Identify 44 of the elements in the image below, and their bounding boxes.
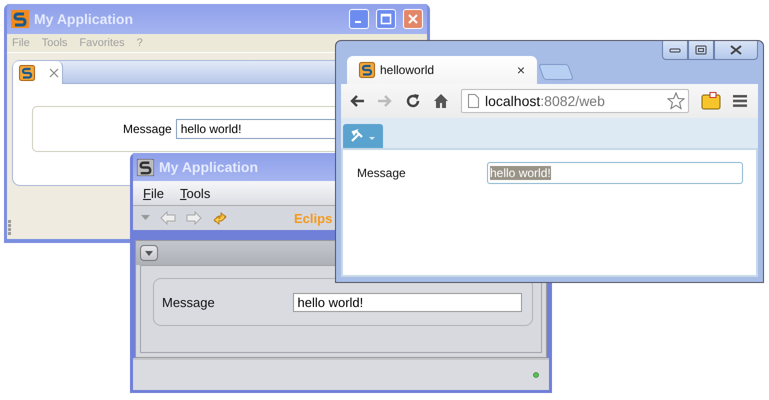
window-title: My Application [159,159,258,175]
maximize-icon [380,13,392,25]
caret-icon [145,250,153,256]
app-logo-icon [11,10,29,28]
tools-menu-button[interactable] [343,124,383,148]
tab-close-button[interactable]: × [516,62,525,78]
close-icon [407,13,419,25]
menu-icon[interactable] [733,95,747,107]
field-label: Message [162,294,216,310]
folder-icon[interactable] [701,92,721,110]
restore-icon [695,45,707,55]
browser-tab[interactable]: helloworld × [347,56,537,84]
back-arrow-icon[interactable] [349,94,365,108]
close-icon[interactable] [49,68,59,78]
close-icon [730,45,742,55]
field-label: Message [123,122,172,136]
status-dot-icon [533,372,539,378]
address-bar[interactable]: localhost:8082/web [461,89,689,113]
page-icon [468,94,479,108]
menu-item[interactable]: File [143,186,164,200]
message-field[interactable]: hello world! [176,119,336,139]
resize-grip-icon [8,220,11,235]
close-button[interactable] [714,41,758,60]
tools-icon [350,129,376,143]
minimize-icon [354,21,360,23]
tab-title: helloworld [380,63,434,77]
tab[interactable] [13,61,63,84]
home-icon[interactable] [433,93,449,109]
maximize-button[interactable] [688,41,714,60]
reload-icon[interactable] [405,93,421,109]
sync-icon[interactable] [212,210,228,226]
app-logo-icon [137,158,154,176]
app-logo-icon [19,64,35,80]
view-menu-button[interactable] [140,245,158,261]
app-logo-icon [359,62,375,78]
minimize-icon [669,46,681,54]
url-text: localhost:8082/web [485,93,605,109]
minimize-button[interactable] [662,41,688,60]
menu-item[interactable]: Tools [180,186,210,200]
brand-text: Eclips [294,210,332,226]
field-label: Message [357,166,407,180]
window-title: My Application [34,11,134,27]
message-field[interactable]: hello world! [292,292,522,312]
star-icon[interactable] [667,92,685,110]
